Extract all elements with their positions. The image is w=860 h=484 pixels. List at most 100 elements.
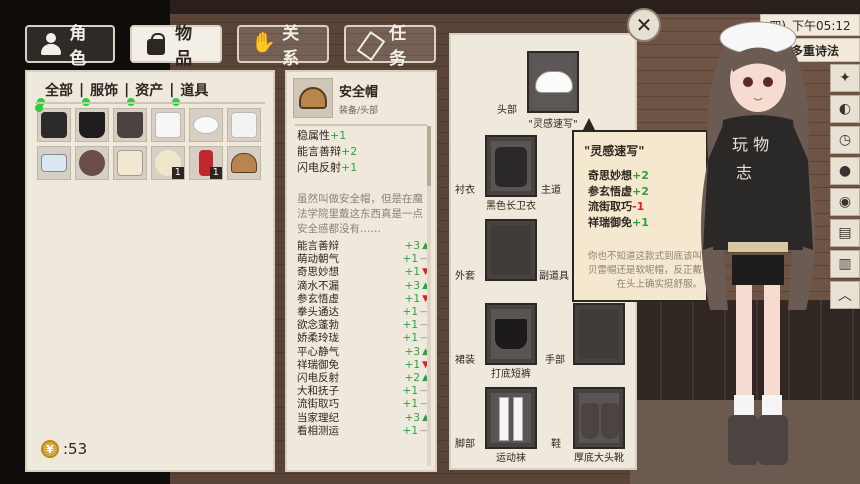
equip-slot-pants[interactable]: [485, 303, 537, 365]
equip-item-shoes: 厚底大头靴: [574, 453, 624, 464]
skill-row: 能言善辩 +3 ▲: [297, 240, 429, 253]
skill-number: +1: [404, 266, 421, 279]
slot-inner: [491, 225, 531, 275]
detail-description: 虽然叫做安全帽，但是在魔法学院里戴这东西真是一点安全感都没有……: [297, 193, 423, 235]
item-slot-white-socks[interactable]: [151, 108, 185, 142]
tab-quests[interactable]: 任务: [344, 24, 436, 69]
badge-icon: [79, 150, 105, 176]
hoodie-icon: [41, 112, 67, 138]
item-slot-soda-can[interactable]: 1: [189, 146, 223, 180]
category-props[interactable]: 道具: [172, 80, 212, 106]
equip-slot-shoes[interactable]: [573, 387, 625, 449]
skill-row: 萌动朝气 +1—: [297, 253, 429, 266]
equip-slot-head[interactable]: [527, 51, 579, 113]
detail-item-type: 装备/头部: [339, 105, 379, 116]
equip-slot-shirt[interactable]: [485, 135, 537, 197]
chat-icon[interactable]: ▤: [830, 219, 860, 247]
shorts-icon: [79, 112, 105, 138]
item-slot-safety-helmet[interactable]: [227, 146, 261, 180]
svg-text:玩 物: 玩 物: [732, 135, 769, 154]
socks-icon: [513, 397, 523, 441]
skill-row: 平心静气 +3 ▲: [297, 346, 429, 359]
socks-icon: [499, 397, 509, 441]
quill-icon: [358, 32, 381, 56]
skill-name: 平心静气: [297, 345, 339, 358]
item-slot-flowers[interactable]: 1: [151, 146, 185, 180]
item-slot-paper-note[interactable]: [113, 146, 147, 180]
detail-divider: [295, 124, 427, 126]
hoodie-icon: [495, 147, 527, 187]
svg-text:志: 志: [736, 163, 752, 182]
item-detail-panel: 安全帽 装备/头部 稳属性+1 能言善辩+2 闪电反射+1 虽然叫做安全帽，但是…: [285, 70, 437, 472]
equip-item-head: "灵感速写": [528, 119, 578, 130]
profile-icon[interactable]: ●: [830, 157, 860, 185]
skill-row: 欲念蓬勃 +1—: [297, 319, 429, 332]
inventory-grid: 1 1: [35, 104, 261, 180]
skill-row: 参玄悟虚 +1 ▼: [297, 293, 429, 306]
skill-value: +1—: [403, 332, 429, 345]
skill-row: 当家理纪 +3 ▲: [297, 412, 429, 425]
equip-slot-outer[interactable]: [485, 219, 537, 281]
detail-stats: 稳属性+1 能言善辩+2 闪电反射+1: [297, 128, 357, 176]
equip-slot-hand[interactable]: [573, 303, 625, 365]
collapse-icon[interactable]: ︿: [830, 281, 860, 309]
category-all[interactable]: 全部: [37, 80, 77, 106]
coin-icon: ¥: [41, 440, 59, 458]
tab-relations[interactable]: 关系: [237, 24, 329, 69]
skill-number: +1: [402, 306, 418, 319]
close-button[interactable]: ✕: [627, 8, 661, 42]
helmet-icon: [299, 87, 327, 109]
tooltip-stats: 奇思妙想+2 参玄悟虚+2 流街取巧-1 祥瑞御免+1: [588, 168, 649, 230]
skill-number: +1: [402, 332, 418, 345]
item-slot-black-hoodie[interactable]: [35, 104, 71, 142]
detail-stat: 闪电反射+1: [297, 161, 358, 174]
boots-icon: [581, 403, 599, 439]
skill-number: +1: [402, 424, 418, 437]
skill-name: 流街取巧: [297, 398, 339, 411]
beret-icon: [535, 71, 573, 93]
close-icon: ✕: [635, 13, 653, 37]
helmet-icon: [231, 153, 257, 173]
skill-value: +1—: [403, 306, 429, 319]
item-slot-black-shorts[interactable]: [75, 108, 109, 142]
skill-value: +3 ▲: [405, 280, 429, 293]
category-assets[interactable]: 资产: [127, 80, 167, 106]
item-slot-id-card[interactable]: [37, 146, 71, 180]
boots-icon: [601, 403, 619, 439]
skill-name: 萌动朝气: [297, 253, 339, 266]
clock-icon[interactable]: ◷: [830, 126, 860, 154]
detail-scroll-thumb[interactable]: [427, 126, 431, 186]
equip-slot-legs[interactable]: [485, 387, 537, 449]
skill-number: +1: [402, 253, 418, 266]
tooltip-stat: 奇思妙想+2: [588, 169, 649, 182]
tab-character[interactable]: 角色: [25, 24, 115, 69]
skill-value: +1 ▼: [405, 266, 429, 279]
detail-header: 安全帽 装备/头部: [293, 78, 378, 118]
book-icon[interactable]: ▥: [830, 250, 860, 278]
people-icon[interactable]: ◉: [830, 188, 860, 216]
skill-name: 拳头通达: [297, 306, 339, 319]
item-slot-white-sweater[interactable]: [227, 108, 261, 142]
tab-items[interactable]: 物品: [130, 24, 222, 69]
category-separator: |: [79, 82, 85, 98]
slot-inner: [579, 309, 619, 359]
skill-name: 当家理纪: [297, 411, 339, 424]
detail-stat: 稳属性+1: [297, 129, 347, 142]
item-slot-white-beret[interactable]: [189, 108, 223, 142]
tooltip-stat: 祥瑞御免+1: [588, 215, 649, 229]
tab-character-label: 角色: [69, 24, 87, 69]
slot-label-main: 主道: [541, 185, 561, 196]
item-slot-badge[interactable]: [75, 146, 109, 180]
skill-name: 欲念蓬勃: [297, 319, 339, 332]
side-toolbar: ✦ ◐ ◷ ● ◉ ▤ ▥ ︿: [830, 64, 860, 309]
slot-label-shoes: 鞋: [551, 439, 561, 450]
item-slot-boots[interactable]: [113, 108, 147, 142]
stamina-icon[interactable]: ◐: [830, 95, 860, 123]
tab-quests-label: 任务: [389, 24, 407, 69]
pentagram-icon[interactable]: ✦: [830, 64, 860, 92]
skill-row: 流街取巧 +1—: [297, 398, 429, 411]
beret-icon: [193, 116, 219, 134]
category-clothing[interactable]: 服饰: [82, 80, 122, 106]
handshake-icon: [251, 30, 276, 56]
skill-number: +3: [404, 279, 421, 292]
